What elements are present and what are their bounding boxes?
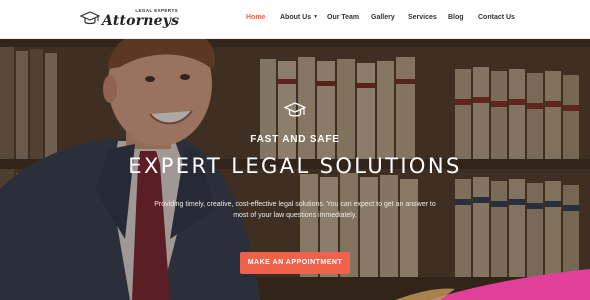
nav-item-our-team[interactable]: Our Team	[327, 14, 359, 21]
site-header: LEGAL EXPERTS Attorneys Home About Us ▼ O…	[0, 0, 590, 39]
nav-item-gallery[interactable]: Gallery	[371, 14, 395, 21]
hero-content: FAST AND SAFE EXPERT LEGAL SOLUTIONS Pro…	[0, 39, 590, 300]
hero-tagline: FAST AND SAFE	[250, 134, 340, 145]
nav-item-home[interactable]: Home	[246, 14, 265, 21]
nav-item-about-us[interactable]: About Us ▼	[280, 14, 318, 21]
nav-item-contact-us[interactable]: Contact Us	[478, 14, 515, 21]
nav-item-blog[interactable]: Blog	[448, 14, 464, 21]
hero-description: Providing timely, creative, cost-effecti…	[154, 201, 436, 219]
graduation-cap-icon	[284, 102, 306, 117]
hero-section: FAST AND SAFE EXPERT LEGAL SOLUTIONS Pro…	[0, 39, 590, 300]
make-appointment-button[interactable]: MAKE AN APPOINTMENT	[240, 252, 350, 274]
nav-item-about-us-label: About Us	[280, 14, 312, 21]
nav-item-services[interactable]: Services	[408, 14, 437, 21]
hero-headline: EXPERT LEGAL SOLUTIONS	[128, 154, 462, 178]
main-nav: Home About Us ▼ Our Team Gallery Services…	[0, 14, 590, 26]
chevron-down-icon: ▼	[313, 14, 319, 21]
